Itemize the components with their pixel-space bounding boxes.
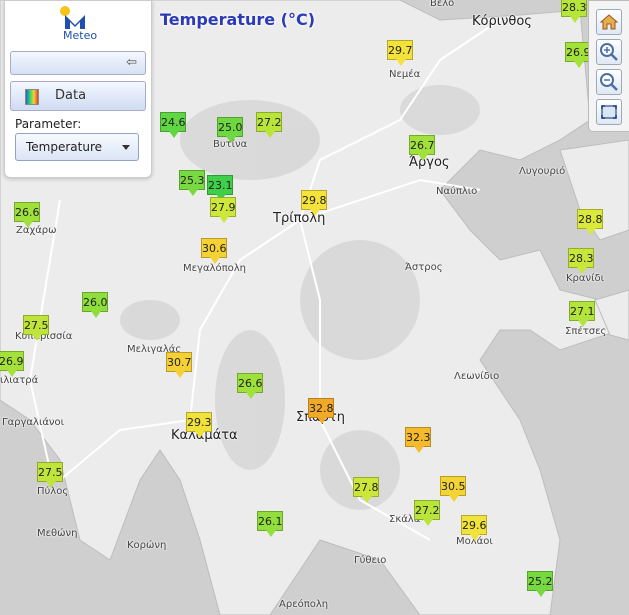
place-label: Κρανίδι xyxy=(566,273,604,284)
place-label: Λυγουριό xyxy=(519,166,566,177)
station-marker[interactable]: 26.0 xyxy=(82,292,108,318)
place-label: Κόρινθος xyxy=(472,14,532,29)
place-label: Κορώνη xyxy=(127,540,167,551)
station-marker[interactable]: 27.9 xyxy=(210,197,236,223)
place-label: Σπέτσες xyxy=(565,326,607,337)
place-label: Άργος xyxy=(409,155,450,170)
place-label: ιλιατρά xyxy=(0,375,39,386)
station-marker[interactable]: 26.6 xyxy=(14,202,40,228)
station-marker[interactable]: 29.8 xyxy=(301,190,327,216)
map-toolbar xyxy=(588,0,629,132)
station-marker[interactable]: 25.2 xyxy=(527,571,553,597)
station-marker[interactable]: 30.7 xyxy=(166,352,192,378)
place-label: Αρεόπολη xyxy=(279,599,329,610)
station-marker[interactable]: 26.6 xyxy=(237,373,263,399)
station-marker[interactable]: 27.2 xyxy=(256,112,282,138)
home-icon xyxy=(599,14,619,30)
parameter-select-value: Temperature xyxy=(26,140,103,154)
place-label: Γύθειο xyxy=(354,555,387,566)
place-label: Μεγαλόπολη xyxy=(183,263,246,274)
zoom-out-button[interactable] xyxy=(596,69,622,95)
station-marker[interactable]: 27.5 xyxy=(23,315,49,341)
station-marker[interactable]: 24.6 xyxy=(160,112,186,138)
station-marker[interactable]: 30.6 xyxy=(201,238,227,264)
data-button-label: Data xyxy=(55,88,87,103)
collapse-panel-button[interactable]: ⇦ xyxy=(10,51,146,75)
fullscreen-button[interactable] xyxy=(596,99,622,125)
color-scale-icon xyxy=(25,89,39,105)
data-button[interactable]: Data xyxy=(10,81,146,111)
station-marker[interactable]: 23.1 xyxy=(207,175,233,201)
place-label: Λεωνίδιο xyxy=(454,371,500,382)
station-marker[interactable]: 28.3 xyxy=(568,248,594,274)
station-marker[interactable]: 27.8 xyxy=(353,477,379,503)
place-label: Ναύπλιο xyxy=(436,186,478,197)
parameter-select[interactable]: Temperature xyxy=(15,133,139,161)
zoom-out-icon xyxy=(600,73,618,91)
parameter-label: Parameter: xyxy=(15,117,82,131)
station-marker[interactable]: 25.0 xyxy=(217,117,243,143)
place-label: Γαργαλιάνοι xyxy=(2,417,65,428)
station-marker[interactable]: 25.3 xyxy=(179,170,205,196)
control-panel: Meteo ⇦ Data Parameter: Temperature xyxy=(4,0,152,178)
logo-text: Meteo xyxy=(63,29,98,42)
fullscreen-icon xyxy=(601,105,617,119)
station-marker[interactable]: 29.6 xyxy=(461,515,487,541)
zoom-in-button[interactable] xyxy=(596,39,622,65)
station-marker[interactable]: 29.7 xyxy=(387,40,413,66)
station-marker[interactable]: 27.5 xyxy=(37,462,63,488)
station-marker[interactable]: 27.1 xyxy=(569,301,595,327)
place-label: Νεμέα xyxy=(389,69,421,80)
arrow-left-icon: ⇦ xyxy=(126,55,137,70)
station-marker[interactable]: 26.9 xyxy=(0,351,24,377)
station-marker[interactable]: 30.5 xyxy=(440,476,466,502)
place-label: Βέλο xyxy=(430,0,455,9)
home-button[interactable] xyxy=(596,9,622,35)
place-label: Μεθώνη xyxy=(37,528,78,539)
station-marker[interactable]: 28.3 xyxy=(561,0,587,23)
map-title: Temperature (°C) xyxy=(160,10,316,29)
station-marker[interactable]: 28.8 xyxy=(577,209,603,235)
station-marker[interactable]: 27.2 xyxy=(414,500,440,526)
station-marker[interactable]: 32.8 xyxy=(308,398,334,424)
station-marker[interactable]: 29.3 xyxy=(186,412,212,438)
zoom-in-icon xyxy=(600,43,618,61)
chevron-down-icon xyxy=(122,145,130,150)
station-marker[interactable]: 26.1 xyxy=(257,511,283,537)
station-marker[interactable]: 26.7 xyxy=(409,135,435,161)
station-marker[interactable]: 32.3 xyxy=(405,427,431,453)
place-label: Άστρος xyxy=(405,262,443,273)
